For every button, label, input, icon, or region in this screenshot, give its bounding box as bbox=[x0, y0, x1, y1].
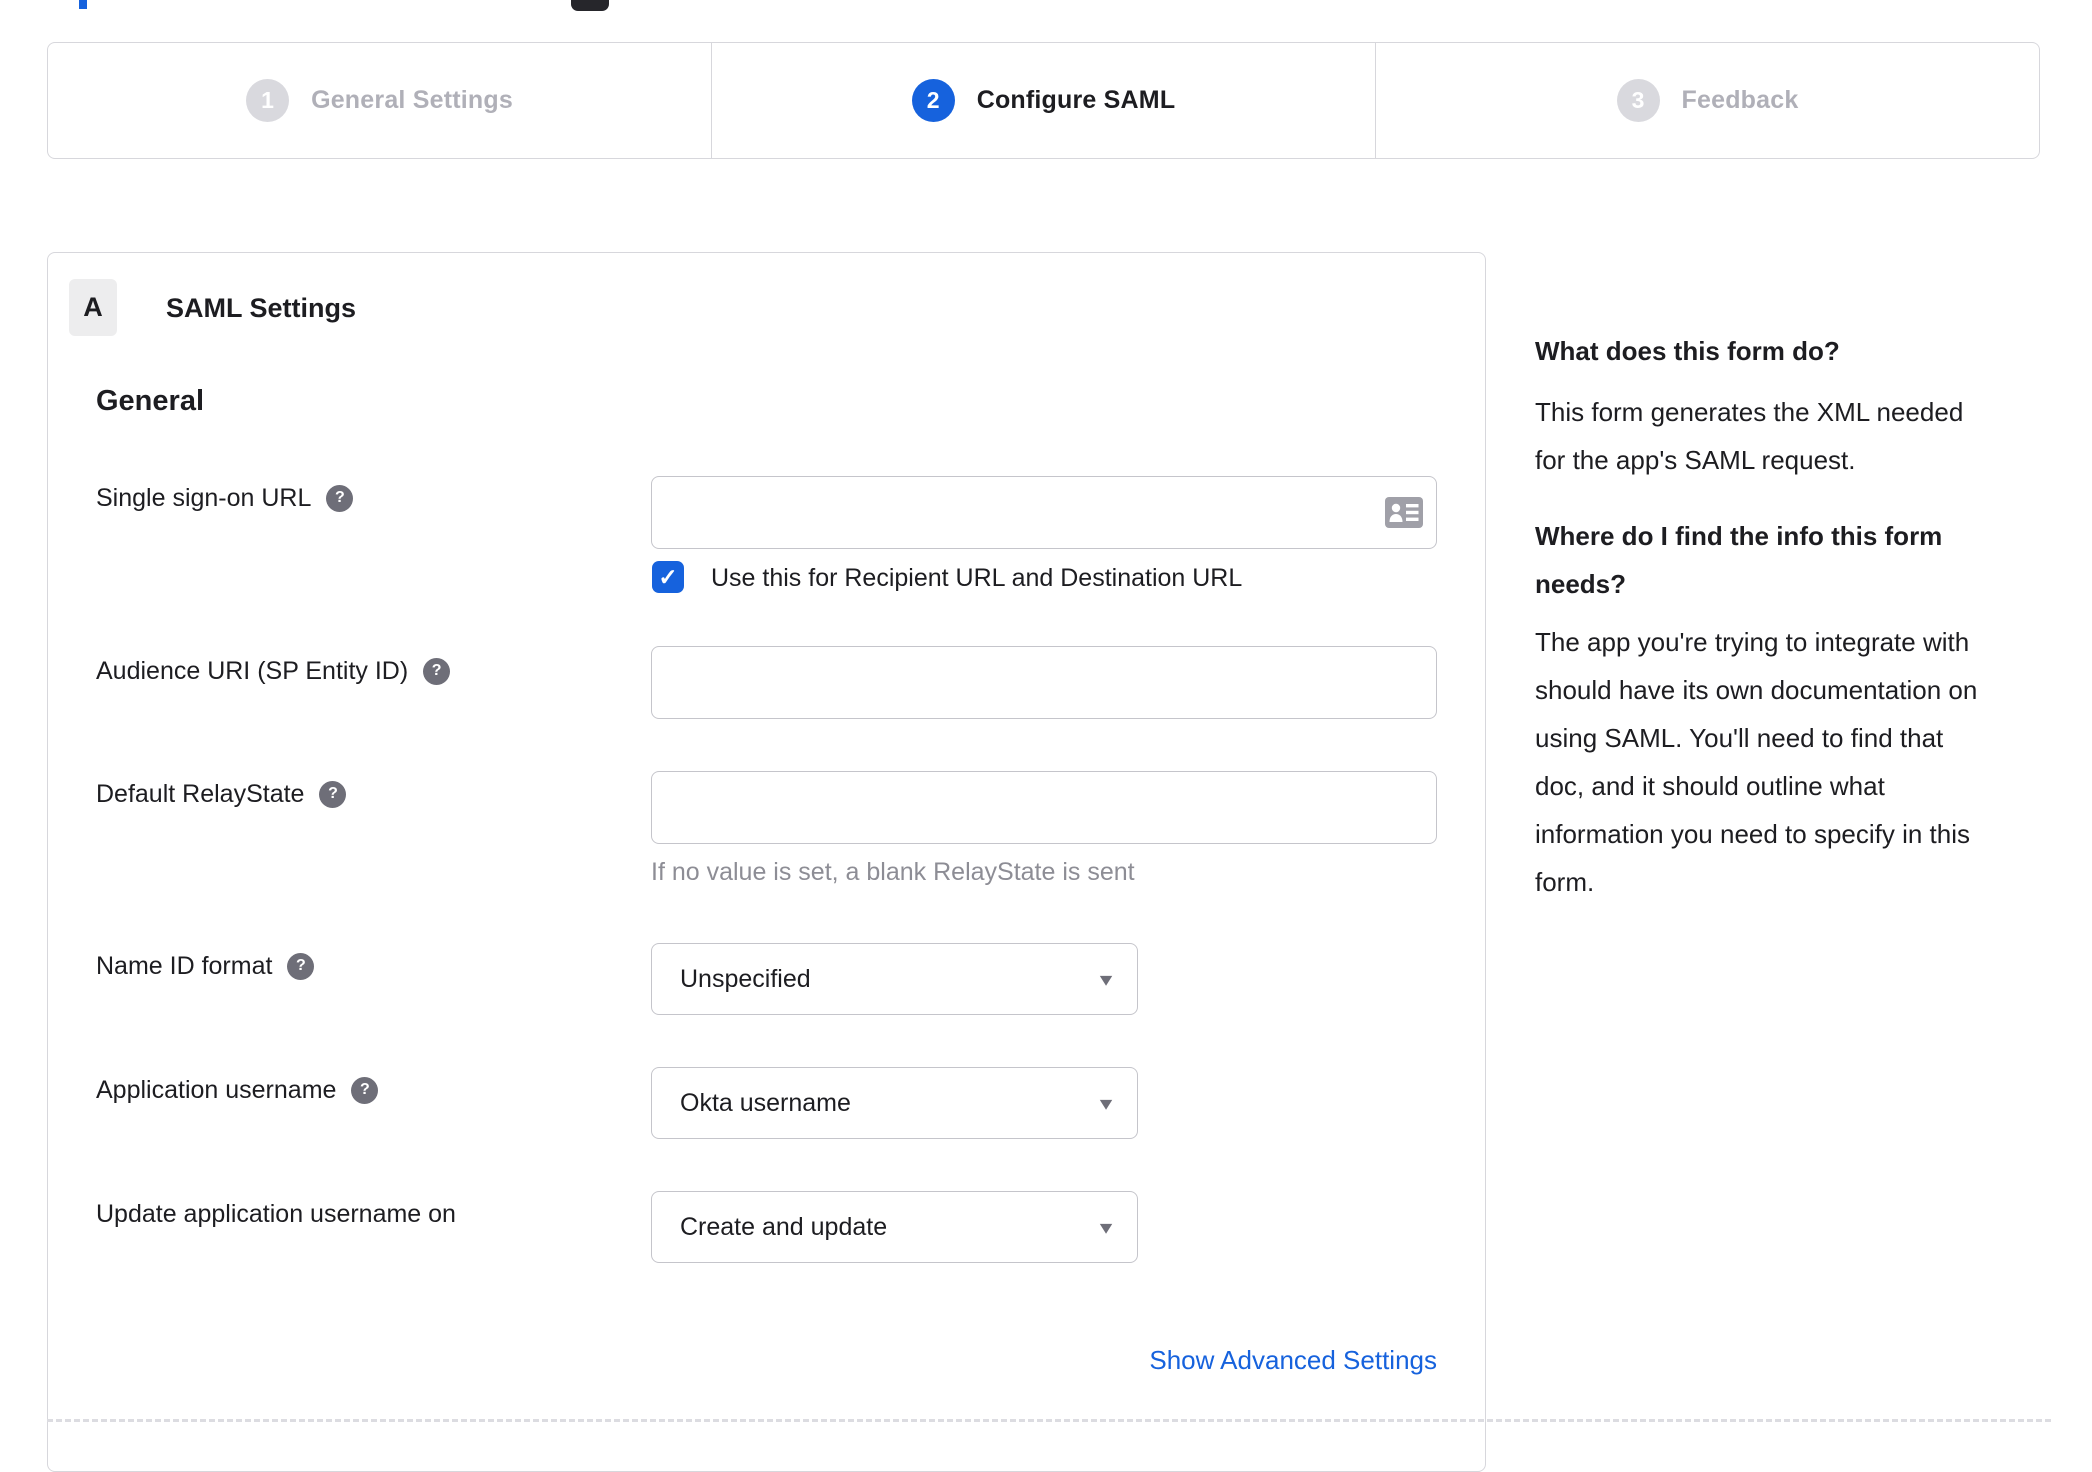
application-username-label-row: Application username ? bbox=[96, 1075, 379, 1104]
section-dashed-divider bbox=[47, 1419, 2051, 1422]
relay-state-label-row: Default RelayState ? bbox=[96, 779, 347, 808]
update-app-username-select[interactable]: Create and update ▾ bbox=[651, 1191, 1138, 1263]
update-app-username-value: Create and update bbox=[680, 1212, 888, 1241]
recipient-url-checkbox-label: Use this for Recipient URL and Destinati… bbox=[711, 564, 1243, 592]
step-label: Configure SAML bbox=[976, 86, 1176, 114]
name-id-format-label-row: Name ID format ? bbox=[96, 951, 315, 980]
step-number-badge: 2 bbox=[911, 79, 955, 122]
wizard-stepper: 1 General Settings 2 Configure SAML 3 Fe… bbox=[47, 42, 2040, 159]
audience-uri-label: Audience URI (SP Entity ID) bbox=[96, 656, 409, 685]
relay-state-label: Default RelayState bbox=[96, 779, 305, 808]
sidebar-question-2-body: The app you're trying to integrate with … bbox=[1535, 627, 1978, 897]
update-app-username-label-row: Update application username on bbox=[96, 1200, 456, 1228]
sidebar-question-1-body: This form generates the XML needed for t… bbox=[1535, 397, 1964, 475]
application-username-value: Okta username bbox=[680, 1088, 851, 1117]
name-id-format-value: Unspecified bbox=[680, 964, 811, 993]
contact-card-icon bbox=[1385, 497, 1423, 528]
application-username-select[interactable]: Okta username ▾ bbox=[651, 1067, 1138, 1139]
help-icon[interactable]: ? bbox=[423, 657, 451, 685]
update-app-username-label: Update application username on bbox=[96, 1199, 456, 1228]
chevron-down-icon: ▾ bbox=[1099, 1092, 1113, 1115]
show-advanced-settings-link[interactable]: Show Advanced Settings bbox=[1149, 1345, 1437, 1376]
name-id-format-label: Name ID format bbox=[96, 951, 273, 980]
chevron-down-icon: ▾ bbox=[1099, 968, 1113, 991]
section-title: SAML Settings bbox=[166, 293, 357, 323]
section-a-badge: A bbox=[69, 279, 117, 336]
general-group-heading: General bbox=[96, 385, 204, 417]
application-username-label: Application username bbox=[96, 1075, 337, 1104]
step-label: Feedback bbox=[1681, 86, 1799, 114]
relay-state-hint: If no value is set, a blank RelayState i… bbox=[651, 858, 1135, 886]
logo-fragment bbox=[79, 0, 87, 9]
step-label: General Settings bbox=[311, 86, 513, 114]
step-number-badge: 3 bbox=[1616, 79, 1660, 122]
name-id-format-select[interactable]: Unspecified ▾ bbox=[651, 943, 1138, 1015]
header-button-fragment bbox=[571, 0, 609, 11]
step-general-settings[interactable]: 1 General Settings bbox=[48, 43, 711, 158]
help-icon[interactable]: ? bbox=[319, 780, 347, 808]
step-feedback[interactable]: 3 Feedback bbox=[1375, 43, 2039, 158]
recipient-url-checkbox[interactable]: ✓ bbox=[652, 561, 684, 593]
sidebar-question-2-title: Where do I find the info this form needs… bbox=[1535, 521, 1943, 599]
help-icon[interactable]: ? bbox=[351, 1076, 379, 1104]
audience-uri-input[interactable] bbox=[651, 646, 1437, 719]
saml-settings-panel: A SAML Settings General Single sign-on U… bbox=[47, 252, 1486, 1472]
audience-uri-label-row: Audience URI (SP Entity ID) ? bbox=[96, 656, 451, 685]
sso-url-label-row: Single sign-on URL ? bbox=[96, 483, 354, 512]
checkmark-icon: ✓ bbox=[658, 563, 678, 590]
sso-url-input[interactable] bbox=[651, 476, 1437, 549]
help-icon[interactable]: ? bbox=[326, 484, 354, 512]
help-icon[interactable]: ? bbox=[287, 952, 315, 980]
step-configure-saml[interactable]: 2 Configure SAML bbox=[711, 43, 1375, 158]
step-number-badge: 1 bbox=[246, 79, 290, 122]
chevron-down-icon: ▾ bbox=[1099, 1216, 1113, 1239]
sso-url-label: Single sign-on URL bbox=[96, 483, 312, 512]
relay-state-input[interactable] bbox=[651, 771, 1437, 844]
sidebar-question-1-title: What does this form do? bbox=[1535, 336, 1840, 366]
